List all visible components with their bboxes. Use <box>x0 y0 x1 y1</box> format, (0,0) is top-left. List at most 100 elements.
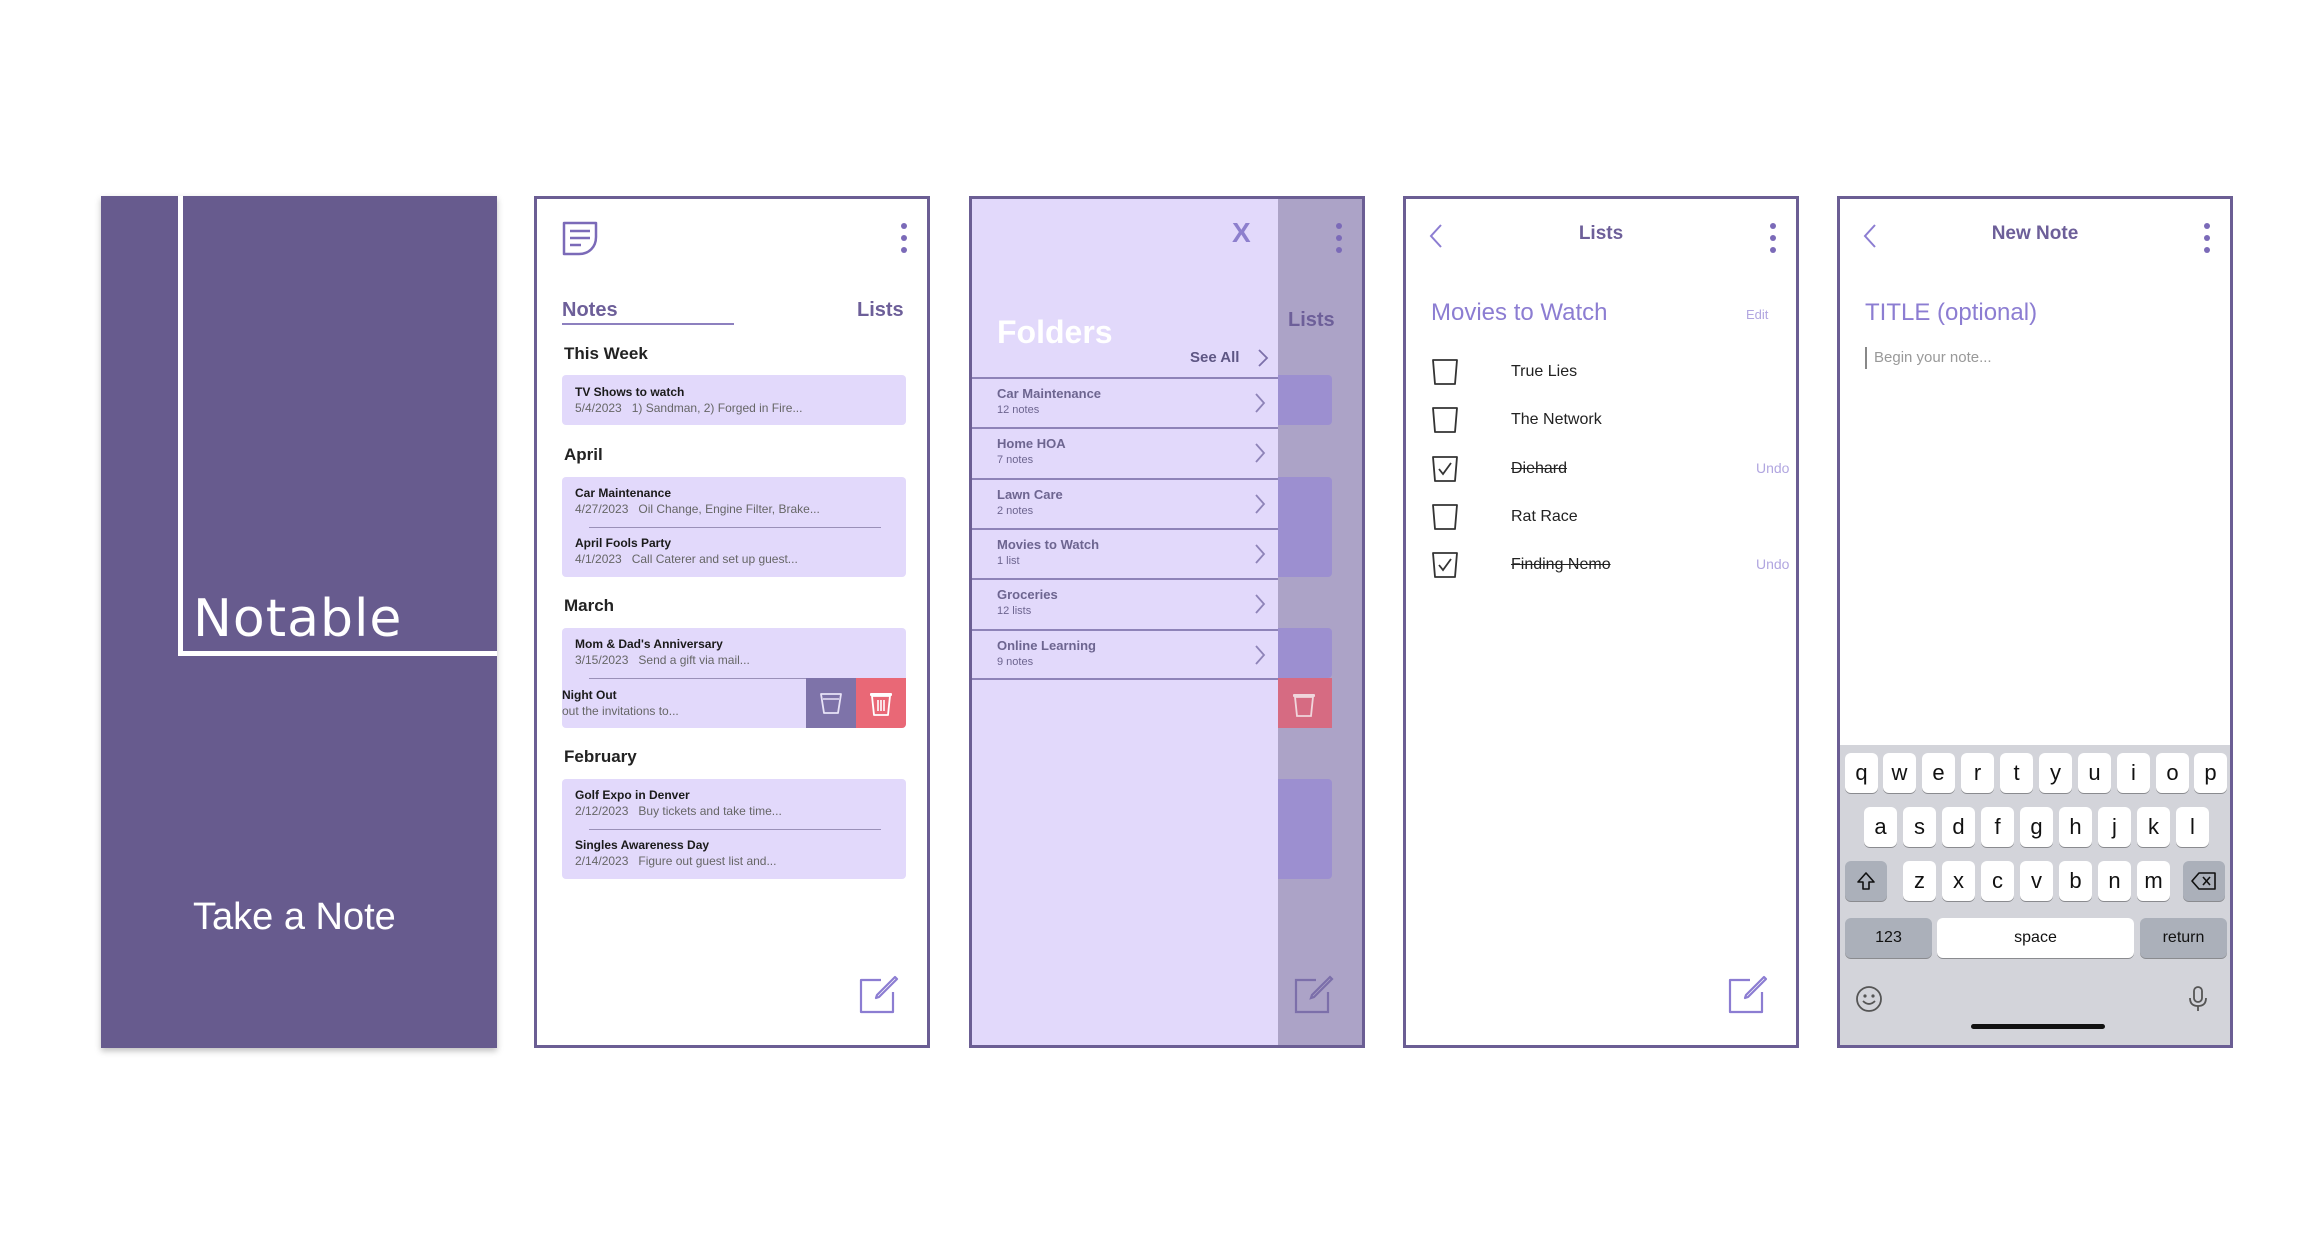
compose-icon[interactable] <box>857 974 899 1016</box>
key-x[interactable]: x <box>1942 861 1975 901</box>
active-tab-indicator <box>562 323 734 325</box>
checkbox-unchecked-icon[interactable] <box>1431 502 1459 532</box>
drawer-title: Folders <box>997 314 1113 350</box>
note-item[interactable]: TV Shows to watch 5/4/2023 1) Sandman, 2)… <box>575 385 895 415</box>
note-card: Car Maintenance 4/27/2023 Oil Change, Eng… <box>562 477 906 577</box>
key-z[interactable]: z <box>1903 861 1936 901</box>
space-key[interactable]: space <box>1937 918 2134 958</box>
key-l[interactable]: l <box>2176 807 2209 847</box>
chevron-right-icon <box>1255 393 1266 413</box>
emoji-icon[interactable] <box>1855 985 1883 1013</box>
list-item[interactable]: Rat Race <box>1431 502 1771 532</box>
notes-logo-icon[interactable] <box>561 219 599 257</box>
tab-lists[interactable]: Lists <box>857 299 904 322</box>
key-f[interactable]: f <box>1981 807 2014 847</box>
key-a[interactable]: a <box>1864 807 1897 847</box>
note-body-input[interactable]: Begin your note... <box>1874 349 1992 366</box>
list-item-label: The Network <box>1511 411 1602 428</box>
note-date: 4/27/2023 <box>575 502 629 516</box>
splash-screen: Notable Take a Note <box>101 196 497 1048</box>
note-preview: Call Caterer and set up guest... <box>631 552 798 566</box>
chevron-right-icon <box>1258 349 1269 367</box>
note-title: Car Maintenance <box>575 486 672 500</box>
note-item[interactable]: Singles Awareness Day 2/14/2023 Figure ou… <box>575 838 895 868</box>
key-c[interactable]: c <box>1981 861 2014 901</box>
note-preview: Oil Change, Engine Filter, Brake... <box>638 502 820 516</box>
list-item[interactable]: True Lies <box>1431 357 1771 387</box>
list-item[interactable]: Diehard Undo <box>1431 454 1789 484</box>
key-e[interactable]: e <box>1922 753 1955 793</box>
key-d[interactable]: d <box>1942 807 1975 847</box>
folder-row[interactable]: Home HOA 7 notes <box>972 427 1278 477</box>
text-caret <box>1865 347 1867 369</box>
key-m[interactable]: m <box>2137 861 2170 901</box>
delete-button[interactable] <box>856 678 906 728</box>
keyboard: q w e r t y u i o p a s d f g h j k l z … <box>1840 745 2230 1045</box>
key-t[interactable]: t <box>2000 753 2033 793</box>
key-r[interactable]: r <box>1961 753 1994 793</box>
archive-icon <box>820 693 842 714</box>
return-key[interactable]: return <box>2140 918 2227 958</box>
undo-link[interactable]: Undo <box>1756 460 1789 476</box>
undo-link[interactable]: Undo <box>1756 556 1789 572</box>
note-title: April Fools Party <box>575 536 672 550</box>
note-date: 4/1/2023 <box>575 552 622 566</box>
key-n[interactable]: n <box>2098 861 2131 901</box>
folder-row[interactable]: Online Learning 9 notes <box>972 629 1278 680</box>
folder-row[interactable]: Lawn Care 2 notes <box>972 478 1278 528</box>
archive-button[interactable] <box>806 678 856 728</box>
chevron-right-icon <box>1255 645 1266 665</box>
note-title-input[interactable]: TITLE (optional) <box>1865 299 2037 327</box>
more-options-icon[interactable] <box>2203 223 2211 253</box>
key-w[interactable]: w <box>1883 753 1916 793</box>
key-y[interactable]: y <box>2039 753 2072 793</box>
folders-drawer: X Folders See All Car Maintenance 12 not… <box>972 199 1278 1045</box>
note-title: Singles Awareness Day <box>575 838 710 852</box>
note-preview: out the invitations to... <box>562 704 679 718</box>
list-item[interactable]: Finding Nemo Undo <box>1431 550 1789 580</box>
key-k[interactable]: k <box>2137 807 2170 847</box>
microphone-icon[interactable] <box>2188 985 2208 1013</box>
section-heading: March <box>564 596 615 615</box>
key-q[interactable]: q <box>1845 753 1878 793</box>
more-options-icon[interactable] <box>900 223 908 253</box>
list-item[interactable]: The Network <box>1431 405 1771 435</box>
tab-notes[interactable]: Notes <box>562 299 618 322</box>
more-options-icon[interactable] <box>1769 223 1777 253</box>
note-item[interactable]: April Fools Party 4/1/2023 Call Caterer a… <box>575 536 895 566</box>
key-g[interactable]: g <box>2020 807 2053 847</box>
chevron-right-icon <box>1255 443 1266 463</box>
checkbox-unchecked-icon[interactable] <box>1431 357 1459 387</box>
key-s[interactable]: s <box>1903 807 1936 847</box>
folder-row[interactable]: Groceries 12 lists <box>972 578 1278 628</box>
note-item[interactable]: Golf Expo in Denver 2/12/2023 Buy tickets… <box>575 788 895 818</box>
key-v[interactable]: v <box>2020 861 2053 901</box>
see-all-link[interactable]: See All <box>1190 349 1239 366</box>
note-item[interactable]: Car Maintenance 4/27/2023 Oil Change, Eng… <box>575 486 895 516</box>
note-divider <box>589 829 881 830</box>
key-i[interactable]: i <box>2117 753 2150 793</box>
list-item-label: Finding Nemo <box>1511 556 1611 573</box>
checkbox-checked-icon[interactable] <box>1431 550 1459 580</box>
checkbox-checked-icon[interactable] <box>1431 454 1459 484</box>
edit-link[interactable]: Edit <box>1746 307 1768 322</box>
key-b[interactable]: b <box>2059 861 2092 901</box>
numbers-key[interactable]: 123 <box>1845 918 1932 958</box>
close-drawer-button[interactable]: X <box>1232 217 1251 249</box>
section-heading: February <box>564 747 637 766</box>
key-u[interactable]: u <box>2078 753 2111 793</box>
background-delete <box>1276 678 1332 728</box>
shift-key[interactable] <box>1845 861 1887 901</box>
checkbox-unchecked-icon[interactable] <box>1431 405 1459 435</box>
key-j[interactable]: j <box>2098 807 2131 847</box>
key-p[interactable]: p <box>2194 753 2227 793</box>
key-o[interactable]: o <box>2156 753 2189 793</box>
list-title: Movies to Watch <box>1431 299 1608 326</box>
key-h[interactable]: h <box>2059 807 2092 847</box>
folder-row[interactable]: Car Maintenance 12 notes <box>972 377 1278 427</box>
note-divider <box>589 527 881 528</box>
compose-icon[interactable] <box>1726 974 1768 1016</box>
folder-row[interactable]: Movies to Watch 1 list <box>972 528 1278 578</box>
backspace-key[interactable] <box>2183 861 2225 901</box>
note-item[interactable]: Mom & Dad's Anniversary 3/15/2023 Send a … <box>575 637 895 667</box>
